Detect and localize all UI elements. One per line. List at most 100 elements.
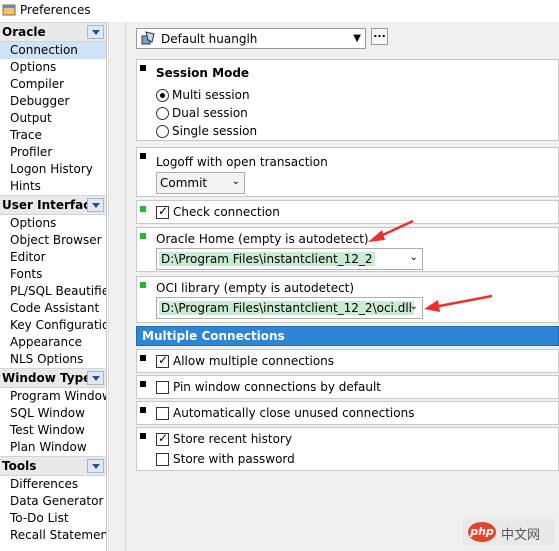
section-marker	[140, 355, 146, 361]
group-label: Window Types	[2, 371, 99, 385]
collapse-button[interactable]	[87, 459, 104, 473]
sidebar-item-hints[interactable]: Hints	[0, 178, 106, 195]
sidebar-item-object-browser[interactable]: Object Browser	[0, 232, 106, 249]
sidebar-item-trace[interactable]: Trace	[0, 127, 106, 144]
chevron-down-icon: ▼	[353, 33, 361, 44]
group-oracle[interactable]: Oracle	[0, 22, 106, 42]
sidebar-item-plan-window[interactable]: Plan Window	[0, 439, 106, 456]
group-user-interface[interactable]: User Interface	[0, 195, 106, 215]
sidebar-item-output[interactable]: Output	[0, 110, 106, 127]
watermark-logo: php	[468, 522, 496, 542]
logoff-section: Logoff with open transaction Commit ⌄	[136, 147, 559, 197]
sidebar-item-key-configuration[interactable]: Key Configuration	[0, 317, 106, 334]
section-marker	[140, 381, 146, 387]
multiple-connections-header: Multiple Connections	[136, 326, 559, 346]
group-tools[interactable]: Tools	[0, 456, 106, 476]
radio-label: Dual session	[172, 106, 248, 120]
chevron-down-icon: ⌄	[409, 301, 418, 312]
window-title: Preferences	[20, 3, 91, 17]
annotation-arrow-oci-library	[424, 294, 493, 312]
sidebar-item-fonts[interactable]: Fonts	[0, 266, 106, 283]
pin-checkbox[interactable]	[156, 381, 169, 394]
sidebar-item-connection[interactable]: Connection	[0, 42, 106, 59]
logoff-value: Commit	[160, 176, 208, 190]
session-mode-title: Session Mode	[156, 66, 250, 80]
allow-multiple-section: Allow multiple connections	[136, 349, 559, 373]
group-label: User Interface	[2, 198, 99, 212]
oci-library-label: OCI library (empty is autodetect)	[156, 281, 355, 295]
auto-close-section: Automatically close unused connections	[136, 401, 559, 425]
sidebar-item-nls-options[interactable]: NLS Options	[0, 351, 106, 368]
auto-close-label: Automatically close unused connections	[173, 406, 415, 420]
sidebar-item-debugger[interactable]: Debugger	[0, 93, 106, 110]
radio-label: Multi session	[172, 88, 250, 102]
section-marker-green	[140, 206, 146, 212]
section-marker	[140, 65, 146, 71]
sidebar-item-code-assistant[interactable]: Code Assistant	[0, 300, 106, 317]
sidebar-item-data-generator[interactable]: Data Generator	[0, 493, 106, 510]
logoff-select[interactable]: Commit ⌄	[156, 172, 245, 194]
sidebar-item-profiler[interactable]: Profiler	[0, 144, 106, 161]
radio-label: Single session	[172, 124, 258, 138]
profile-select[interactable]: Default huanglh ▼	[136, 28, 366, 49]
sidebar-item-editor[interactable]: Editor	[0, 249, 106, 266]
chevron-down-icon: ⌄	[231, 176, 240, 187]
section-marker	[140, 407, 146, 413]
multiple-connections-title: Multiple Connections	[142, 329, 285, 343]
section-marker-green	[140, 282, 146, 288]
section-marker-green	[140, 233, 146, 239]
group-window-types[interactable]: Window Types	[0, 368, 106, 388]
collapse-button[interactable]	[87, 371, 104, 385]
settings-panel: Default huanglh ▼ ... Session Mode Multi…	[126, 22, 559, 551]
check-connection-label: Check connection	[173, 205, 280, 219]
watermark-text: 中文网	[501, 528, 541, 543]
sidebar-item-todo-list[interactable]: To-Do List	[0, 510, 106, 527]
store-history-label: Store recent history	[173, 432, 292, 446]
oci-library-value: D:\Program Files\instantclient_12_2\oci.…	[159, 301, 414, 315]
profile-icon	[141, 31, 155, 45]
check-connection-checkbox[interactable]	[156, 204, 169, 219]
oracle-home-field[interactable]: D:\Program Files\instantclient_12_2 ⌄	[156, 248, 423, 270]
radio-button[interactable]	[156, 107, 169, 120]
splitter[interactable]	[108, 22, 126, 551]
oracle-home-label: Oracle Home (empty is autodetect)	[156, 232, 369, 246]
history-section: Store recent history Store with password	[136, 427, 559, 471]
logoff-label: Logoff with open transaction	[156, 155, 328, 169]
sidebar-item-differences[interactable]: Differences	[0, 476, 106, 493]
sidebar-item-options[interactable]: Options	[0, 59, 106, 76]
oracle-home-section: Oracle Home (empty is autodetect) D:\Pro…	[136, 227, 559, 272]
oci-library-section: OCI library (empty is autodetect) D:\Pro…	[136, 276, 559, 323]
session-mode-section: Session Mode Multi session Dual session …	[136, 59, 559, 141]
auto-close-checkbox[interactable]	[156, 407, 169, 420]
sidebar-item-logon-history[interactable]: Logon History	[0, 161, 106, 178]
collapse-button[interactable]	[87, 198, 104, 212]
title-bar: Preferences	[0, 0, 559, 21]
chevron-down-icon: ⌄	[409, 252, 418, 263]
watermark: php 中文网	[463, 519, 555, 545]
more-button[interactable]: ...	[371, 28, 388, 45]
allow-multiple-checkbox[interactable]	[156, 353, 169, 368]
sidebar-item-test-window[interactable]: Test Window	[0, 422, 106, 439]
oci-library-field[interactable]: D:\Program Files\instantclient_12_2\oci.…	[156, 297, 423, 319]
radio-button[interactable]	[156, 125, 169, 138]
sidebar-item-plsql-beautifier[interactable]: PL/SQL Beautifier	[0, 283, 106, 300]
store-password-checkbox[interactable]	[156, 453, 169, 466]
allow-multiple-label: Allow multiple connections	[173, 354, 335, 368]
store-password-label: Store with password	[173, 452, 295, 466]
radio-button[interactable]	[156, 89, 169, 102]
app-icon	[2, 4, 16, 16]
store-history-checkbox[interactable]	[156, 431, 169, 446]
sidebar-item-compiler[interactable]: Compiler	[0, 76, 106, 93]
sidebar-item-appearance[interactable]: Appearance	[0, 334, 106, 351]
collapse-button[interactable]	[87, 25, 104, 39]
profile-value: Default huanglh	[161, 32, 258, 46]
sidebar-item-ui-options[interactable]: Options	[0, 215, 106, 232]
group-label: Oracle	[2, 25, 46, 39]
check-connection-section: Check connection	[136, 200, 559, 224]
sidebar-item-sql-window[interactable]: SQL Window	[0, 405, 106, 422]
sidebar-item-recall-statement[interactable]: Recall Statement	[0, 527, 106, 544]
sidebar-item-program-window[interactable]: Program Window	[0, 388, 106, 405]
pin-section: Pin window connections by default	[136, 375, 559, 399]
section-marker	[140, 433, 146, 439]
preferences-sidebar: Oracle Connection Options Compiler Debug…	[0, 22, 107, 551]
